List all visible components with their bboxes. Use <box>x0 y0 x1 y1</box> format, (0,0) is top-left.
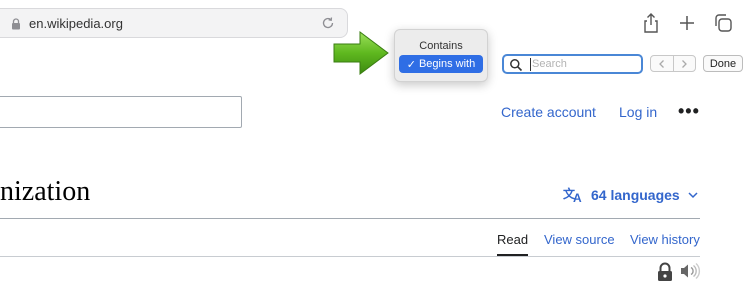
menu-item-contains[interactable]: Contains <box>399 37 483 55</box>
wiki-search-input[interactable] <box>0 96 242 128</box>
protected-lock-icon[interactable] <box>656 262 674 282</box>
new-tab-icon[interactable] <box>676 12 698 34</box>
share-icon[interactable] <box>640 12 662 34</box>
find-next-button[interactable] <box>672 56 696 71</box>
find-done-button[interactable]: Done <box>703 55 743 72</box>
lock-icon <box>12 18 20 30</box>
chevron-left-icon <box>658 59 664 68</box>
languages-label: 64 languages <box>591 187 680 203</box>
menu-item-begins-with[interactable]: ✓ Begins with <box>399 55 483 73</box>
tabs-divider <box>0 256 700 257</box>
green-arrow-icon <box>333 31 389 75</box>
text-cursor <box>530 58 531 71</box>
tab-overview-icon[interactable] <box>712 12 734 34</box>
chevron-right-icon <box>682 59 688 68</box>
menu-item-begins-with-label: Begins with <box>418 58 476 70</box>
find-search-field[interactable]: Search <box>502 54 643 74</box>
url-text: en.wikipedia.org <box>29 16 123 31</box>
menu-item-contains-label: Contains <box>419 40 463 52</box>
more-options-button[interactable]: ••• <box>678 101 700 122</box>
match-mode-menu: Contains ✓ Begins with <box>394 29 488 82</box>
find-search-placeholder: Search <box>532 58 567 70</box>
audio-icon[interactable] <box>678 262 702 280</box>
svg-text:A: A <box>573 191 582 204</box>
tab-read[interactable]: Read <box>497 232 529 256</box>
tab-view-source[interactable]: View source <box>544 232 615 247</box>
search-icon <box>510 59 523 72</box>
log-in-link[interactable]: Log in <box>619 104 657 120</box>
chevron-down-icon <box>688 192 698 199</box>
find-navigation <box>650 55 696 72</box>
page-title: nization <box>0 176 91 207</box>
languages-button[interactable]: 文 A 64 languages <box>563 186 702 204</box>
tab-view-history[interactable]: View history <box>630 232 700 247</box>
title-divider <box>0 218 700 219</box>
address-bar[interactable]: en.wikipedia.org <box>0 8 348 38</box>
translate-icon: 文 A <box>563 186 582 204</box>
checkmark-icon: ✓ <box>406 58 416 71</box>
find-previous-button[interactable] <box>651 56 673 71</box>
create-account-link[interactable]: Create account <box>501 104 596 120</box>
